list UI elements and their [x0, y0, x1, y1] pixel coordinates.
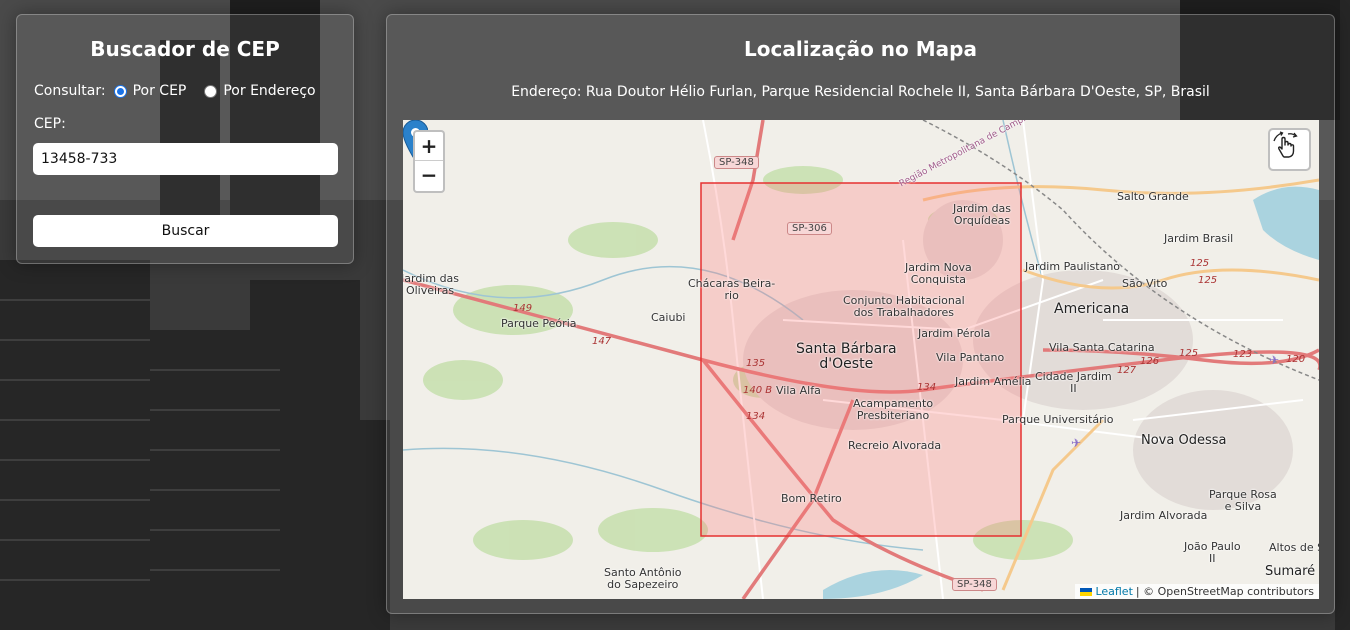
label-bom-retiro: Bom Retiro — [781, 492, 842, 505]
ukraine-flag-icon — [1080, 587, 1093, 596]
label-jardim-alvorada: Jardim Alvorada — [1120, 509, 1208, 522]
label-jardim-amelia: Jardim Amélia — [955, 375, 1032, 388]
label-acampamento-line2: Presbiteriano — [856, 409, 930, 422]
osm-attribution-text: | © OpenStreetMap contributors — [1135, 585, 1314, 598]
label-conjunto-line2: dos Trabalhadores — [853, 306, 954, 319]
search-button[interactable]: Buscar — [33, 215, 338, 247]
label-parque-rosa-silva: Parque Rosa e Silva — [1209, 489, 1277, 513]
label-jardim-brasil: Jardim Brasil — [1164, 232, 1234, 245]
label-chacaras-line2: rio — [724, 289, 739, 302]
road-126: 126 — [1140, 356, 1160, 367]
zoom-in-button[interactable]: + — [415, 132, 443, 161]
shield-sp348-top: SP-348 — [714, 156, 759, 169]
svg-text:✈: ✈ — [1269, 353, 1279, 367]
label-conjunto-habitacional: Conjunto Habitacional dos Trabalhadores — [843, 295, 965, 319]
label-santo-antonio: Santo Antônio do Sapezeiro — [604, 567, 682, 591]
label-joao-paulo-line2: II — [1209, 552, 1216, 565]
label-joao-paulo-ii: João Paulo II — [1184, 541, 1241, 565]
road-120: 120 — [1286, 354, 1306, 365]
zoom-control: + − — [413, 130, 445, 193]
road-134b: 134 — [746, 411, 766, 422]
hand-gesture-icon — [1273, 131, 1298, 158]
label-parque-rosa-line2: e Silva — [1224, 500, 1262, 513]
label-santa-barbara-line1: Santa Bárbara — [796, 341, 897, 357]
label-recreio-alvorada: Recreio Alvorada — [848, 439, 942, 452]
label-altos-de-s: Altos de S — [1269, 541, 1319, 554]
road-125a: 125 — [1190, 258, 1210, 269]
label-caiubi: Caiubi — [651, 311, 686, 324]
map-panel-title: Localização no Mapa — [744, 37, 977, 61]
shield-sp306: SP-306 — [787, 222, 832, 235]
shield-sp348-bottom: SP-348 — [952, 578, 997, 591]
label-santa-barbara-line2: d'Oeste — [819, 356, 874, 372]
label-nova-odessa: Nova Odessa — [1141, 433, 1227, 448]
road-147: 147 — [592, 336, 612, 347]
label-jardim-das-oliveiras: Jardim das Oliveiras — [403, 273, 459, 297]
label-cidade-jardim: Cidade Jardim II — [1035, 371, 1112, 395]
label-americana: Americana — [1054, 301, 1130, 317]
road-125b: 125 — [1198, 275, 1218, 286]
label-vila-pantano: Vila Pantano — [936, 351, 1005, 364]
radio-by-address-label[interactable]: Por Endereço — [223, 83, 315, 99]
label-jardim-paulistano: Jardim Paulistano — [1025, 260, 1121, 273]
leaflet-link[interactable]: Leaflet — [1095, 585, 1132, 598]
road-123: 123 — [1233, 349, 1253, 360]
cep-search-panel: Buscador de CEP Consultar: Por CEP Por E… — [16, 14, 354, 264]
map-view[interactable]: ✈ ✈ Santa Bárbara d'Oeste Americana Nova … — [403, 120, 1319, 599]
zoom-out-button[interactable]: − — [415, 161, 443, 190]
cep-input[interactable] — [33, 143, 338, 175]
gesture-handling-button[interactable] — [1268, 128, 1311, 171]
label-parque-peoria: Parque Peória — [501, 317, 577, 330]
label-jardim-orquideas: Jardim das Orquídeas — [953, 203, 1011, 227]
road-127: 127 — [1117, 365, 1137, 376]
cep-label: CEP: — [34, 116, 66, 132]
label-chacaras-beira-rio: Chácaras Beira-rio — [688, 278, 775, 302]
address-text: Endereço: Rua Doutor Hélio Furlan, Parqu… — [511, 84, 1210, 100]
label-santo-antonio-line2: do Sapezeiro — [607, 578, 679, 591]
label-salto-grande: Salto Grande — [1117, 190, 1189, 203]
label-santa-barbara: Santa Bárbara d'Oeste — [796, 342, 897, 372]
label-jardim-nova-conquista: Jardim Nova Conquista — [905, 262, 972, 286]
road-135: 135 — [746, 358, 766, 369]
label-jardim-oliveiras-line2: Oliveiras — [405, 284, 455, 297]
label-sao-vito: São Vito — [1122, 277, 1168, 290]
map-panel: Localização no Mapa Endereço: Rua Doutor… — [386, 14, 1335, 614]
road-134a: 134 — [917, 382, 937, 393]
label-jardim-orquideas-line2: Orquídeas — [953, 214, 1011, 227]
label-acampamento-presbiteriano: Acampamento Presbiteriano — [853, 398, 933, 422]
label-jardim-perola: Jardim Pérola — [918, 327, 991, 340]
radio-by-cep-label[interactable]: Por CEP — [133, 83, 187, 99]
road-125c: 125 — [1179, 348, 1199, 359]
map-attribution: Leaflet | © OpenStreetMap contributors — [1075, 584, 1319, 599]
label-vila-alfa: Vila Alfa — [776, 384, 821, 397]
label-vila-santa-catarina: Vila Santa Catarina — [1049, 341, 1155, 354]
radio-by-address[interactable] — [204, 84, 218, 98]
road-140b: 140 B — [743, 385, 773, 396]
consult-label: Consultar: — [34, 83, 106, 99]
cep-panel-title: Buscador de CEP — [90, 37, 280, 61]
radio-by-cep[interactable] — [113, 84, 127, 98]
label-parque-universitario: Parque Universitário — [1002, 413, 1114, 426]
consult-mode-row: Consultar: Por CEP Por Endereço — [34, 83, 316, 99]
label-sumare: Sumaré — [1265, 564, 1316, 579]
svg-text:✈: ✈ — [1071, 436, 1081, 450]
label-cidade-jardim-line2: II — [1070, 382, 1077, 395]
road-149: 149 — [513, 303, 533, 314]
label-jardim-nova-line2: Conquista — [910, 273, 966, 286]
